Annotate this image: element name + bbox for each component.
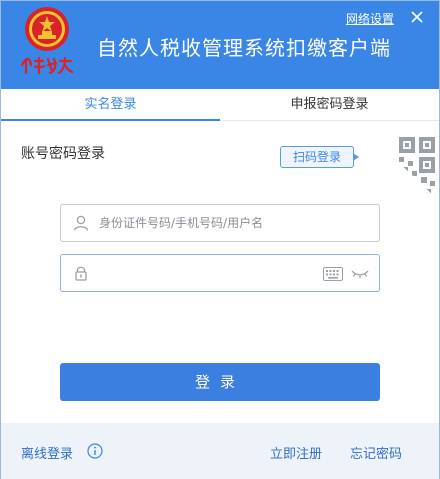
tax-emblem-icon <box>25 7 69 51</box>
tab-real-name-login[interactable]: 实名登录 <box>1 89 220 121</box>
virtual-keyboard-icon[interactable] <box>323 267 343 281</box>
forgot-password-link[interactable]: 忘记密码 <box>350 443 402 462</box>
user-icon <box>73 215 89 231</box>
app-title: 自然人税收管理系统扣缴客户端 <box>97 36 391 60</box>
eye-closed-icon[interactable] <box>351 267 369 279</box>
username-field <box>60 204 380 242</box>
china-tax-calligraphy-logo <box>20 56 74 75</box>
close-icon[interactable] <box>409 9 425 25</box>
password-input[interactable] <box>99 255 339 291</box>
register-link[interactable]: 立即注册 <box>270 443 322 462</box>
username-input[interactable] <box>99 205 339 241</box>
qr-code-icon[interactable] <box>366 131 439 201</box>
password-field <box>60 254 380 292</box>
section-title: 账号密码登录 <box>21 146 105 162</box>
login-tabs: 实名登录 申报密码登录 <box>1 89 439 121</box>
scan-login-button[interactable]: 扫码登录 <box>280 146 359 168</box>
network-settings-link[interactable]: 网络设置 <box>346 10 394 27</box>
footer-bar: 离线登录 立即注册 忘记密码 <box>1 423 439 479</box>
offline-login-link[interactable]: 离线登录 <box>21 443 73 462</box>
login-button[interactable]: 登录 <box>60 363 380 401</box>
tab-declaration-password-login[interactable]: 申报密码登录 <box>220 89 439 121</box>
info-icon[interactable] <box>87 443 103 459</box>
login-window: 自然人税收管理系统扣缴客户端 网络设置 实名登录 申报密码登录 账号密码登录 扫… <box>0 0 440 479</box>
title-bar: 自然人税收管理系统扣缴客户端 网络设置 <box>1 1 439 89</box>
lock-icon <box>75 266 87 281</box>
